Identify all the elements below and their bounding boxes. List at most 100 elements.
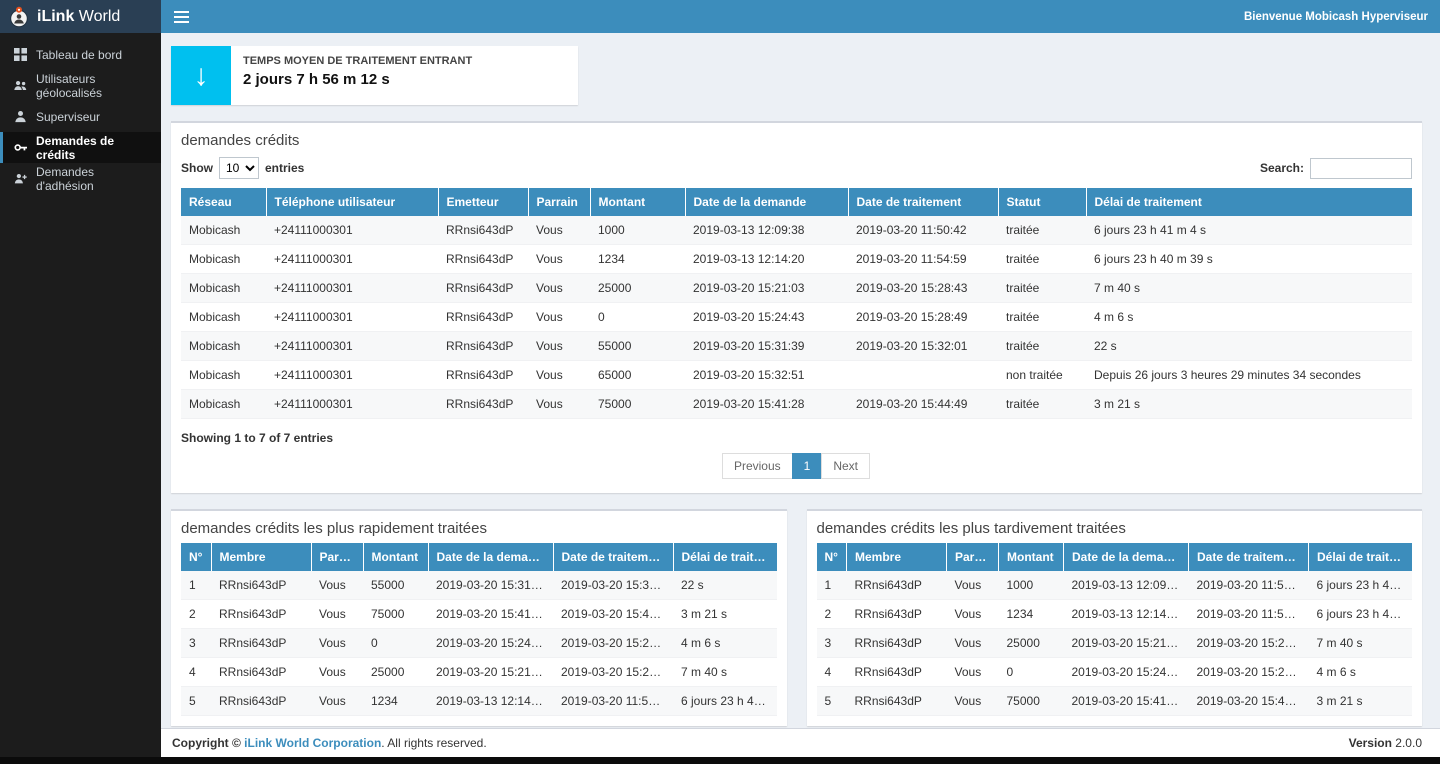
column-header[interactable]: Membre xyxy=(211,543,311,571)
table-cell: 2019-03-20 15:28:43 xyxy=(1189,629,1309,658)
user-menu[interactable]: Bienvenue Mobicash Hyperviseur xyxy=(1244,11,1440,23)
table-cell: 22 s xyxy=(1086,332,1412,361)
column-header[interactable]: Délai de traitement xyxy=(1309,543,1413,571)
table-cell: 2 xyxy=(817,600,847,629)
fastest-requests-table: N°MembreParrainMontantDate de la demande… xyxy=(181,543,777,716)
column-header[interactable]: N° xyxy=(817,543,847,571)
table-row: Mobicash+24111000301RRnsi643dPVous650002… xyxy=(181,361,1412,390)
column-header[interactable]: Membre xyxy=(847,543,947,571)
table-cell: non traitée xyxy=(998,361,1086,390)
table-cell: 1 xyxy=(181,571,211,600)
copyright-text: Copyright © iLink World Corporation. All… xyxy=(172,736,487,750)
brand[interactable]: iLink World xyxy=(0,0,161,33)
column-header[interactable]: Parrain xyxy=(311,543,363,571)
table-cell: 2019-03-20 15:44:49 xyxy=(1189,687,1309,716)
table-cell: RRnsi643dP xyxy=(847,687,947,716)
column-header[interactable]: Montant xyxy=(590,188,685,216)
table-head: RéseauTéléphone utilisateurEmetteurParra… xyxy=(181,188,1412,216)
sidebar-toggle-button[interactable] xyxy=(161,0,201,33)
version-value: 2.0.0 xyxy=(1392,736,1422,750)
table-cell: RRnsi643dP xyxy=(438,274,528,303)
pagination-next-button[interactable]: Next xyxy=(821,453,870,479)
table-cell: Depuis 26 jours 3 heures 29 minutes 34 s… xyxy=(1086,361,1412,390)
column-header[interactable]: Réseau xyxy=(181,188,266,216)
table-row: Mobicash+24111000301RRnsi643dPVous250002… xyxy=(181,274,1412,303)
table-cell: 2 xyxy=(181,600,211,629)
pagination-previous-button[interactable]: Previous xyxy=(722,453,793,479)
column-header[interactable]: N° xyxy=(181,543,211,571)
column-header[interactable]: Parrain xyxy=(528,188,590,216)
column-header[interactable]: Date de la demande xyxy=(428,543,553,571)
pagination-page-1-button[interactable]: 1 xyxy=(792,453,823,479)
column-header[interactable]: Emetteur xyxy=(438,188,528,216)
column-header[interactable]: Délai de traitement xyxy=(1086,188,1412,216)
column-header[interactable]: Parrain xyxy=(947,543,999,571)
table-cell: Mobicash xyxy=(181,245,266,274)
sidebar-item-label: Tableau de bord xyxy=(36,48,122,62)
column-header[interactable]: Date de traitement xyxy=(553,543,673,571)
table-cell: 0 xyxy=(363,629,428,658)
table-cell: 55000 xyxy=(363,571,428,600)
sidebar-item-membership-requests[interactable]: Demandes d'adhésion xyxy=(0,163,161,194)
panel-body: Show 10 entries Search: RéseauTéléphone … xyxy=(171,157,1422,493)
table-cell: 7 m 40 s xyxy=(1309,629,1413,658)
table-row: 1RRnsi643dPVous550002019-03-20 15:31:392… xyxy=(181,571,777,600)
table-cell: 2019-03-20 15:28:43 xyxy=(848,274,998,303)
page-length-select[interactable]: 10 xyxy=(219,157,259,179)
column-header[interactable]: Date de la demande xyxy=(1064,543,1189,571)
table-cell: RRnsi643dP xyxy=(847,629,947,658)
table-cell: Mobicash xyxy=(181,361,266,390)
table-cell: 1000 xyxy=(590,216,685,245)
table-cell: 1 xyxy=(817,571,847,600)
table-cell: +24111000301 xyxy=(266,274,438,303)
column-header[interactable]: Date de la demande xyxy=(685,188,848,216)
table-cell: 2019-03-20 15:28:49 xyxy=(1189,658,1309,687)
table-cell: 55000 xyxy=(590,332,685,361)
credit-requests-table: RéseauTéléphone utilisateurEmetteurParra… xyxy=(181,188,1412,419)
table-cell: Vous xyxy=(528,361,590,390)
slowest-requests-panel: demandes crédits les plus tardivement tr… xyxy=(807,509,1423,726)
panel-body: N°MembreParrainMontantDate de la demande… xyxy=(807,543,1423,726)
table-cell: traitée xyxy=(998,332,1086,361)
table-cell: 3 xyxy=(817,629,847,658)
column-header[interactable]: Statut xyxy=(998,188,1086,216)
table-cell: RRnsi643dP xyxy=(211,571,311,600)
sidebar-item-supervisor[interactable]: Superviseur xyxy=(0,101,161,132)
column-header[interactable]: Téléphone utilisateur xyxy=(266,188,438,216)
column-header[interactable]: Montant xyxy=(999,543,1064,571)
sidebar-item-dashboard[interactable]: Tableau de bord xyxy=(0,39,161,70)
sidebar-item-geo-users[interactable]: Utilisateurs géolocalisés xyxy=(0,70,161,101)
copyright-suffix: . All rights reserved. xyxy=(381,736,486,750)
panel-title: demandes crédits les plus rapidement tra… xyxy=(171,511,787,543)
table-cell: RRnsi643dP xyxy=(438,216,528,245)
page-length-control: Show 10 entries xyxy=(181,157,304,179)
table-cell: 2019-03-20 15:31:39 xyxy=(685,332,848,361)
table-row: 2RRnsi643dPVous12342019-03-13 12:14:2020… xyxy=(817,600,1413,629)
table-cell: 2019-03-20 15:24:43 xyxy=(685,303,848,332)
table-cell: traitée xyxy=(998,303,1086,332)
table-cell: +24111000301 xyxy=(266,303,438,332)
version-label: Version xyxy=(1349,736,1392,750)
table-cell: 2019-03-20 15:21:03 xyxy=(1064,629,1189,658)
column-header[interactable]: Délai de traitement xyxy=(673,543,777,571)
footer-company-link[interactable]: iLink World Corporation xyxy=(244,736,381,750)
column-header[interactable]: Date de traitement xyxy=(1189,543,1309,571)
table-cell: 2019-03-20 15:44:49 xyxy=(848,390,998,419)
infobox-content: TEMPS MOYEN DE TRAITEMENT ENTRANT 2 jour… xyxy=(231,46,482,105)
window-bottom-edge xyxy=(0,757,1440,764)
sidebar-item-credit-requests[interactable]: Demandes de crédits xyxy=(0,132,161,163)
show-label: Show xyxy=(181,161,213,175)
table-cell: +24111000301 xyxy=(266,216,438,245)
table-row: 2RRnsi643dPVous750002019-03-20 15:41:282… xyxy=(181,600,777,629)
table-cell: traitée xyxy=(998,245,1086,274)
search-input[interactable] xyxy=(1310,158,1412,179)
copyright-prefix: Copyright © xyxy=(172,736,244,750)
table-cell: 1234 xyxy=(999,600,1064,629)
avg-processing-time-infobox: ↓ TEMPS MOYEN DE TRAITEMENT ENTRANT 2 jo… xyxy=(171,46,578,105)
column-header[interactable]: Date de traitement xyxy=(848,188,998,216)
column-header[interactable]: Montant xyxy=(363,543,428,571)
table-row: 3RRnsi643dPVous250002019-03-20 15:21:032… xyxy=(817,629,1413,658)
table-cell: 2019-03-13 12:14:20 xyxy=(685,245,848,274)
datatable-controls: Show 10 entries Search: xyxy=(181,157,1412,179)
table-header-row: N°MembreParrainMontantDate de la demande… xyxy=(181,543,777,571)
